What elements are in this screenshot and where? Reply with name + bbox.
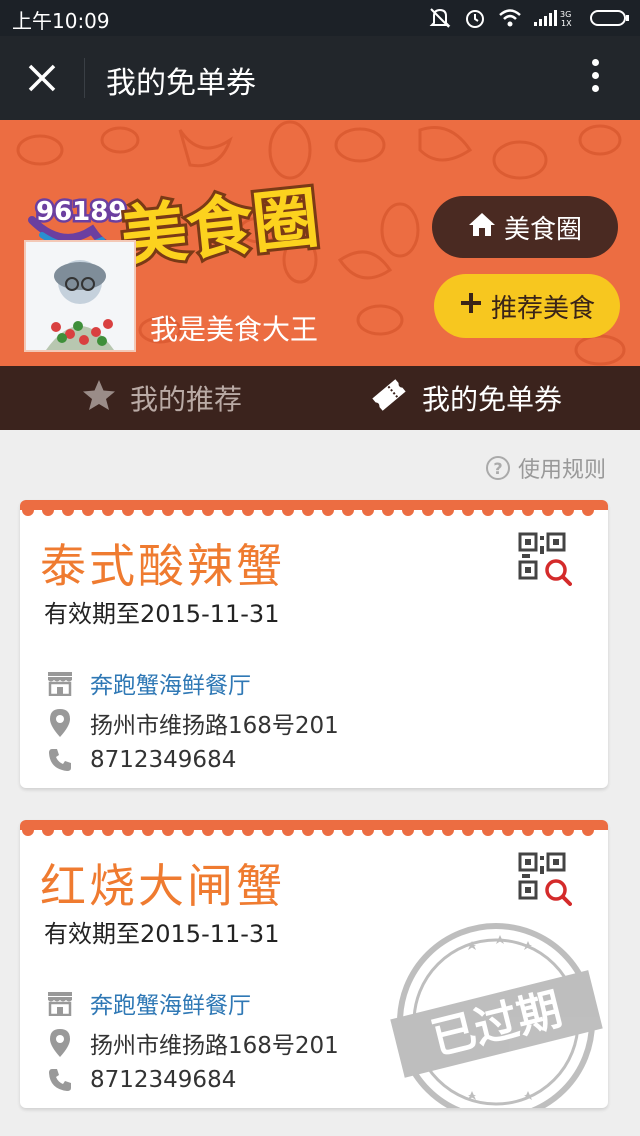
restaurant-row[interactable]: 奔跑蟹海鲜餐厅 [46, 666, 251, 700]
status-icons: 3G 1X [428, 7, 630, 33]
svg-text:96189: 96189 [36, 197, 126, 227]
address-row: 扬州市维扬路168号201 [46, 706, 339, 740]
username: 我是美食大王 [150, 313, 319, 346]
signal-icon: 3G 1X [534, 8, 578, 32]
nav-divider [84, 58, 85, 98]
food-circle-button[interactable]: 美食圈 [432, 196, 618, 258]
coupon-card[interactable]: 红烧大闸蟹 有效期至2015-11-31 奔跑蟹海鲜餐厅 扬州市维扬路168号2… [20, 820, 608, 1108]
store-icon [46, 989, 74, 1017]
page-title: 我的免单券 [106, 66, 256, 101]
profile-banner: 96189 美食圈 我是美食大王 美食圈 推荐美食 [0, 120, 640, 366]
restaurant-address: 扬州市维扬路168号201 [90, 1033, 339, 1059]
restaurant-phone: 8712349684 [90, 747, 237, 773]
usage-rules-label: 使用规则 [517, 458, 606, 483]
restaurant-name: 奔跑蟹海鲜餐厅 [90, 673, 251, 699]
restaurant-address: 扬州市维扬路168号201 [90, 713, 339, 739]
tab-my-coupons-label: 我的免单券 [422, 383, 563, 416]
alarm-icon [464, 7, 486, 33]
question-icon: ? [485, 456, 510, 480]
tab-bar: 我的推荐 我的免单券 [0, 366, 640, 430]
tab-my-recommendations[interactable]: 我的推荐 [82, 366, 242, 430]
avatar[interactable] [24, 240, 136, 352]
restaurant-row[interactable]: 奔跑蟹海鲜餐厅 [46, 986, 251, 1020]
plus-icon [459, 291, 483, 322]
ticket-icon [370, 378, 408, 419]
coupon-expiry: 有效期至2015-11-31 [44, 920, 280, 948]
food-circle-button-label: 美食圈 [503, 214, 582, 245]
nav-bar: 我的免单券 [0, 36, 640, 120]
restaurant-name: 奔跑蟹海鲜餐厅 [90, 993, 251, 1019]
coupon-title: 泰式酸辣蟹 [40, 539, 285, 593]
address-row: 扬州市维扬路168号201 [46, 1026, 339, 1060]
location-pin-icon [46, 709, 74, 737]
card-scalloped-edge [20, 500, 608, 516]
restaurant-phone: 8712349684 [90, 1067, 237, 1093]
recommend-food-button[interactable]: 推荐美食 [434, 274, 620, 338]
coupon-expiry: 有效期至2015-11-31 [44, 600, 280, 628]
card-scalloped-edge [20, 820, 608, 836]
qr-code-search-icon[interactable] [518, 532, 572, 586]
tab-my-recommendations-label: 我的推荐 [130, 383, 243, 416]
coupon-card[interactable]: 泰式酸辣蟹 有效期至2015-11-31 奔跑蟹海鲜餐厅 扬州市维扬路168号2… [20, 500, 608, 788]
wifi-icon [498, 8, 522, 32]
more-menu-icon[interactable] [588, 56, 602, 100]
store-icon [46, 669, 74, 697]
phone-row[interactable]: 8712349684 [46, 1066, 236, 1094]
status-bar: 上午10:09 3G 1X [0, 0, 640, 36]
home-icon [468, 211, 496, 244]
battery-icon [590, 8, 630, 32]
svg-text:美食圈: 美食圈 [117, 179, 322, 270]
expired-stamp: 已过期 [390, 923, 603, 1108]
svg-text:1X: 1X [561, 19, 572, 28]
status-time: 上午10:09 [12, 9, 110, 33]
qr-code-search-icon[interactable] [518, 852, 572, 906]
location-pin-icon [46, 1029, 74, 1057]
close-icon[interactable] [22, 56, 62, 100]
usage-rules-link[interactable]: ? 使用规则 [485, 452, 606, 484]
svg-text:3G: 3G [560, 10, 571, 19]
star-icon [82, 379, 116, 418]
recommend-food-button-label: 推荐美食 [490, 293, 595, 324]
phone-row[interactable]: 8712349684 [46, 746, 236, 774]
mute-icon [428, 7, 452, 33]
tab-my-coupons[interactable]: 我的免单券 [370, 366, 562, 430]
phone-icon [46, 1066, 74, 1094]
phone-icon [46, 746, 74, 774]
coupon-title: 红烧大闸蟹 [40, 859, 285, 913]
